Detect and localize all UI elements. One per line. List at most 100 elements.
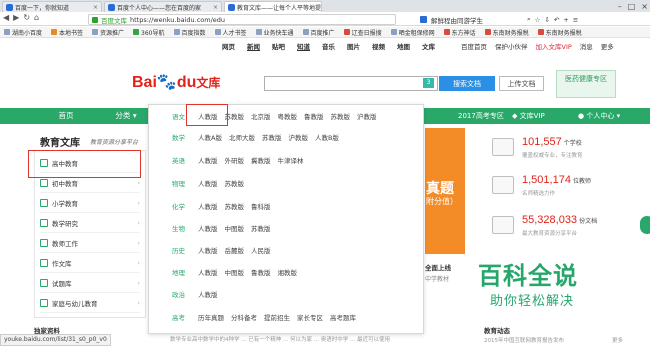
bookmark-star-icon[interactable]: ☆ (535, 16, 541, 24)
more-link[interactable]: 更多 (612, 336, 623, 344)
subject-label[interactable]: 历史 (172, 245, 198, 255)
edition-link[interactable]: 鲁教版 (304, 111, 324, 121)
sidebar-item-essays[interactable]: 作文库 › (40, 253, 140, 273)
edition-link[interactable]: 冀教版 (251, 155, 271, 165)
edition-link[interactable]: 高考题库 (330, 312, 356, 322)
nav-link-map[interactable]: 地图 (397, 41, 410, 51)
more-link[interactable]: 更多 (601, 41, 614, 51)
sidebar-item-primary-school[interactable]: 小学教育 › (40, 193, 140, 213)
subject-label[interactable]: 生物 (172, 223, 198, 233)
bookmark-item[interactable]: 百度指数 (173, 28, 206, 37)
health-zone-promo[interactable]: 医药健康专区 (556, 70, 616, 98)
menu-icon[interactable]: ≡ (573, 16, 578, 24)
edition-link[interactable]: 中图版 (225, 223, 245, 233)
nav-link-tieba[interactable]: 贴吧 (272, 41, 285, 51)
edition-link[interactable]: 苏教版 (225, 178, 245, 188)
sidebar-item-question-bank[interactable]: 试题库 › (40, 273, 140, 293)
minimize-icon[interactable]: – (618, 2, 622, 11)
edition-link[interactable]: 苏教版 (262, 132, 282, 142)
news-icon[interactable] (420, 16, 427, 23)
bookmark-item[interactable]: 湖南小百度 (4, 28, 42, 37)
nav-link-news[interactable]: 新闻 (247, 41, 260, 51)
home-icon[interactable]: ⌂ (34, 13, 39, 22)
edition-link[interactable]: 沪教版 (357, 111, 377, 121)
edition-link[interactable]: 家长专区 (297, 312, 323, 322)
search-input[interactable] (264, 76, 438, 91)
floating-help-button[interactable] (640, 216, 650, 234)
url-field[interactable]: 百度文库 https://wenku.baidu.com/edu (88, 14, 396, 25)
close-icon[interactable]: × (93, 4, 98, 11)
bookmark-item[interactable]: 东南财务报税 (484, 28, 529, 37)
nav-vip[interactable]: ◆ 文库VIP (512, 108, 560, 124)
baidu-wenku-logo[interactable]: Bai🐾du文库 (132, 72, 220, 92)
bookmark-item[interactable]: 东南财务报税 (537, 28, 582, 37)
back-icon[interactable]: ◀ (3, 13, 9, 22)
browser-tab-1[interactable]: 百度一下，你就知道 × (2, 1, 102, 12)
nav-exam-zone[interactable]: 2017高考专区 (458, 108, 516, 124)
subject-label[interactable]: 化学 (172, 201, 198, 211)
nav-link-images[interactable]: 图片 (347, 41, 360, 51)
edition-link[interactable]: 分科备考 (231, 312, 257, 322)
subject-label[interactable]: 物理 (172, 178, 198, 188)
subject-label[interactable]: 地理 (172, 267, 198, 277)
edition-link[interactable]: 牛津译林 (278, 155, 304, 165)
edu-news-item[interactable]: 2015年中国互联网教育报告发布 (484, 336, 564, 344)
bookmark-item[interactable]: 本地书签 (51, 28, 83, 37)
edition-link[interactable]: 鲁教版 (251, 267, 271, 277)
edition-link[interactable]: 人教版 (198, 201, 218, 211)
add-icon[interactable]: + (563, 16, 568, 24)
messages-link[interactable]: 消息 (580, 41, 593, 51)
edition-link[interactable]: 历年真题 (198, 312, 224, 322)
join-vip-link[interactable]: 加入文库VIP (536, 41, 572, 51)
bookmark-item[interactable]: 资源推广 (92, 28, 124, 37)
search-docs-button[interactable]: 搜索文档 (439, 76, 495, 91)
bookmark-item[interactable]: 人才书签 (214, 28, 247, 37)
baidu-home-link[interactable]: 百度首页 (461, 41, 487, 51)
bookmark-item[interactable]: 百度推广 (302, 28, 335, 37)
download-icon[interactable]: ⇩ (544, 16, 549, 24)
nav-user-center[interactable]: ● 个人中心 ▾ (578, 108, 648, 124)
edition-link[interactable]: 人教A版 (198, 132, 222, 142)
sidebar-item-teaching-research[interactable]: 教学研究 › (40, 213, 140, 233)
edition-link[interactable]: 北师大版 (229, 132, 255, 142)
close-window-icon[interactable]: × (641, 2, 648, 11)
search-icon[interactable]: ⌕ (527, 15, 531, 24)
edition-link[interactable]: 提前招生 (264, 312, 290, 322)
nav-link-music[interactable]: 音乐 (322, 41, 335, 51)
nav-link-zhidao[interactable]: 知道 (297, 41, 310, 51)
nav-link-web[interactable]: 网页 (222, 41, 235, 51)
bookmark-item[interactable]: 辽查日报搜 (343, 28, 382, 37)
edition-link[interactable]: 北京版 (251, 111, 271, 121)
subject-label[interactable]: 政治 (172, 289, 198, 299)
maximize-icon[interactable]: □ (628, 2, 636, 11)
edition-link[interactable]: 岳麓版 (225, 245, 245, 255)
subject-label[interactable]: 高考 (172, 312, 198, 322)
upload-docs-button[interactable]: 上传文档 (499, 76, 544, 91)
subject-label[interactable]: 数学 (172, 132, 198, 142)
edition-link[interactable]: 鲁科版 (251, 201, 271, 211)
bookmark-item[interactable]: 晒金租保修网 (390, 28, 435, 37)
browser-tab-3[interactable]: 教育文库——让每个人平等地提... × (224, 1, 322, 12)
edition-link[interactable]: 沪教版 (288, 132, 308, 142)
close-icon[interactable]: × (213, 4, 218, 11)
edition-link[interactable]: 人民版 (251, 245, 271, 255)
nav-link-wenku[interactable]: 文库 (422, 41, 435, 51)
bookmark-item[interactable]: 业务快车通 (255, 28, 294, 37)
nav-category[interactable]: 分类 ▾ (106, 108, 146, 124)
edition-link[interactable]: 人教版 (198, 223, 218, 233)
edition-link[interactable]: 苏教版 (331, 111, 351, 121)
bookmark-item[interactable]: 360导航 (133, 28, 165, 37)
edition-link[interactable]: 中图版 (225, 267, 245, 277)
edition-link[interactable]: 外研版 (225, 155, 245, 165)
nav-link-video[interactable]: 视频 (372, 41, 385, 51)
nav-home[interactable]: 首页 (48, 108, 84, 124)
edition-link[interactable]: 湘教版 (278, 267, 298, 277)
bookmark-item[interactable]: 东方神话 (443, 28, 476, 37)
browser-tab-2[interactable]: 百度个人中心——您在百度的家 × (104, 1, 222, 12)
edition-link[interactable]: 人教版 (198, 245, 218, 255)
edition-link[interactable]: 人教版 (198, 178, 218, 188)
undo-icon[interactable]: ↶ (554, 16, 559, 24)
sidebar-item-family-education[interactable]: 家庭与幼儿教育 › (40, 293, 140, 313)
forward-icon[interactable]: ▶ (13, 13, 19, 22)
news-text[interactable]: 解鲜程由同游学生 (431, 15, 483, 25)
